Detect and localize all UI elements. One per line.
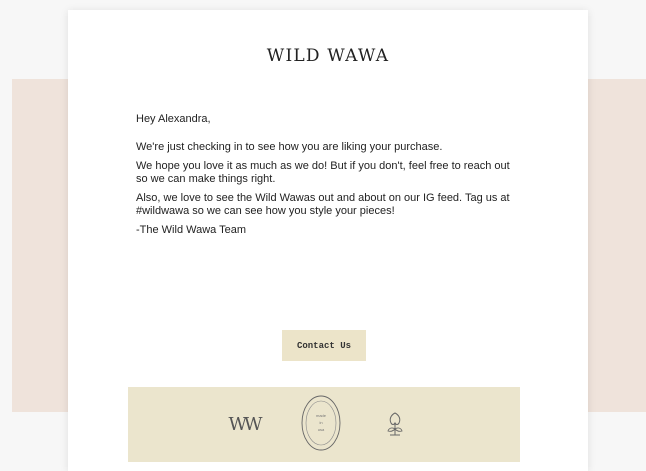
contact-us-button[interactable]: Contact Us: [282, 330, 366, 361]
monogram-logo-icon: WW: [228, 414, 262, 435]
brand-logo-text: WILD WAWA: [266, 46, 390, 66]
flower-emblem-icon: [383, 409, 407, 439]
seal-text-line-2: in: [319, 420, 323, 425]
signoff-text: -The Wild Wawa Team: [136, 224, 247, 236]
paragraph-checking-in: We're just checking in to see how you ar…: [136, 141, 443, 153]
seal-text-line-1: made: [315, 413, 326, 418]
email-body: Hey Alexandra, We're just checking in to…: [136, 113, 520, 243]
seal-text-line-3: usa: [317, 427, 325, 432]
email-card: WILD WAWA Hey Alexandra, We're just chec…: [68, 10, 588, 471]
greeting-text: Hey Alexandra,: [136, 113, 211, 125]
paragraph-instagram: Also, we love to see the Wild Wawas out …: [136, 192, 510, 217]
paragraph-hope-you-love: We hope you love it as much as we do! Bu…: [136, 160, 510, 185]
badge-seal-icon: made in usa: [300, 394, 342, 452]
footer-logo-strip: WW made in usa: [128, 387, 520, 462]
